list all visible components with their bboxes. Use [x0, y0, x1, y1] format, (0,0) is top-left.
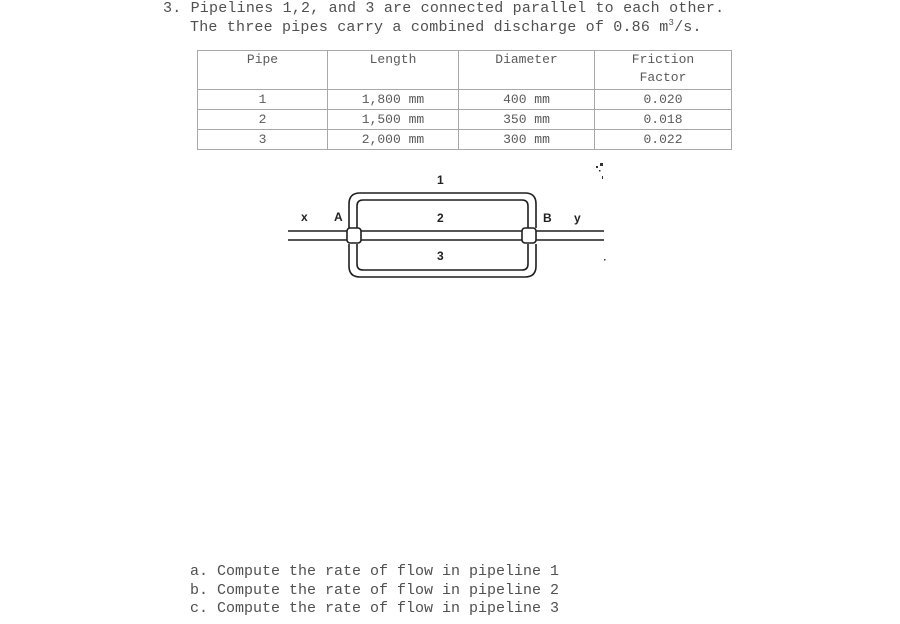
junction-b [521, 227, 537, 244]
label-pipe-1: 1 [437, 173, 444, 187]
label-x: x [301, 210, 308, 224]
label-pipe-2: 2 [437, 211, 444, 225]
part-a: a. Compute the rate of flow in pipeline … [190, 563, 560, 580]
question-parts-list: a. Compute the rate of flow in pipeline … [190, 563, 559, 619]
label-a: A [334, 210, 343, 224]
scan-speck-marks [596, 163, 606, 261]
junction-a [346, 227, 362, 244]
label-y: y [574, 211, 581, 225]
label-pipe-3: 3 [437, 249, 444, 263]
part-c: c. Compute the rate of flow in pipeline … [190, 600, 560, 617]
label-b: B [543, 211, 552, 225]
parallel-pipe-diagram: 1 2 3 x A B y [288, 163, 606, 278]
part-b: b. Compute the rate of flow in pipeline … [190, 581, 560, 599]
